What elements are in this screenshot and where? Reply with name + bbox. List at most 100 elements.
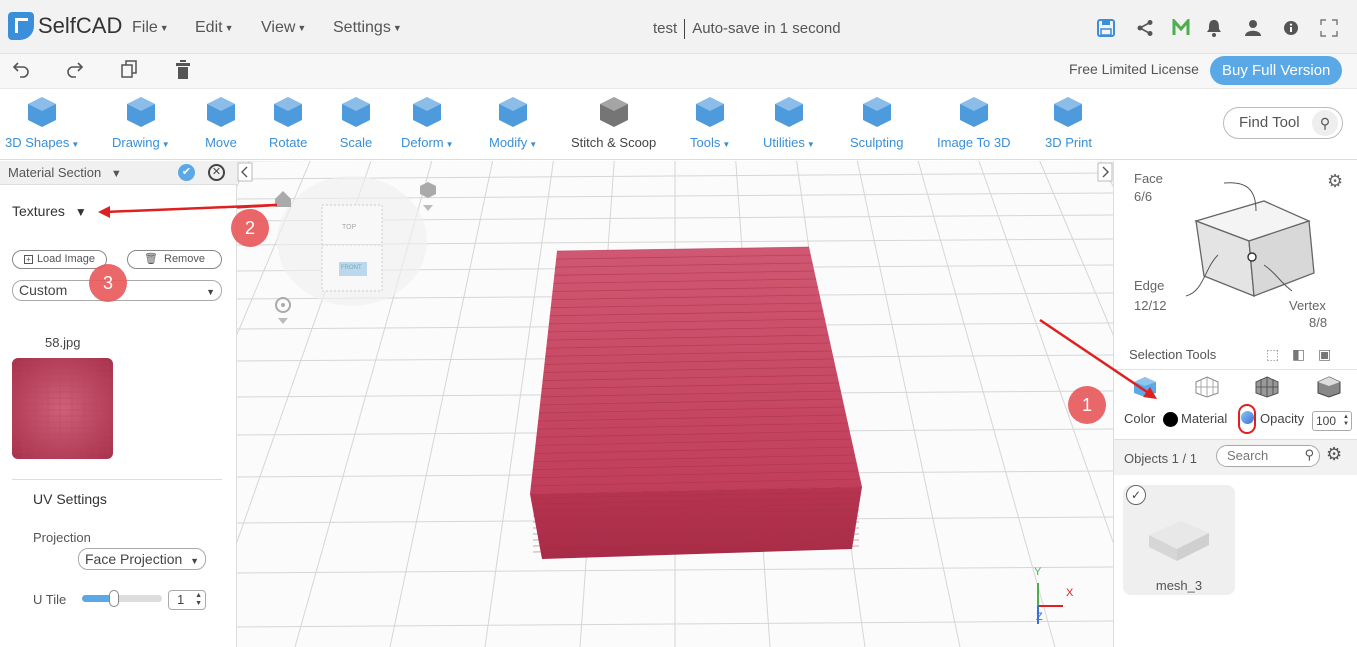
user-icon[interactable] xyxy=(1242,17,1264,39)
tool-print[interactable]: 3D Print xyxy=(1045,95,1092,150)
object-mode-icon[interactable] xyxy=(1132,376,1158,398)
menu-edit-label: Edit xyxy=(195,19,223,36)
close-icon[interactable]: ✕ xyxy=(208,164,225,181)
tool-stitch[interactable]: Stitch & Scoop xyxy=(571,95,656,150)
print-icon xyxy=(1054,97,1083,127)
tool-label: Drawing xyxy=(112,135,160,150)
drawing-icon xyxy=(126,97,155,127)
selection-mode-diagram[interactable] xyxy=(1184,181,1334,301)
textures-toggle-icon: ▼ xyxy=(74,205,87,219)
caret-down-icon: ▼ xyxy=(297,22,307,33)
tool-label: Scale xyxy=(339,135,373,150)
face-count: 6/6 xyxy=(1134,189,1153,204)
trash-icon[interactable] xyxy=(175,60,191,86)
tool-move[interactable]: Move xyxy=(204,95,238,150)
u-tile-slider[interactable] xyxy=(82,590,162,607)
caret-down-icon: ▼ xyxy=(159,22,169,33)
bell-icon[interactable] xyxy=(1203,17,1225,39)
view-cube-toggle-icon[interactable] xyxy=(420,182,436,211)
left-collapse-icon[interactable] xyxy=(237,162,253,182)
object-checkbox-icon[interactable]: ✓ xyxy=(1126,485,1146,505)
load-image-button[interactable]: + Load Image xyxy=(12,250,107,269)
tool-deform[interactable]: Deform ▼ xyxy=(401,95,454,150)
select-pointer-icon[interactable]: ⬚ xyxy=(1266,346,1279,363)
project-name[interactable]: test xyxy=(653,20,677,37)
tool-rotate[interactable]: Rotate xyxy=(269,95,307,150)
axis-z-label: Z xyxy=(1036,611,1043,623)
undo-icon[interactable] xyxy=(12,60,30,84)
search-icon[interactable]: ⚲ xyxy=(1304,447,1314,463)
mesh-thumbnail xyxy=(1149,521,1209,561)
objects-settings-gear-icon[interactable]: ⚙ xyxy=(1326,444,1342,465)
select-solid-icon[interactable]: ▣ xyxy=(1318,346,1331,363)
projection-select[interactable]: Face Projection ▼ xyxy=(78,548,206,570)
m-brand-icon[interactable] xyxy=(1170,17,1192,39)
document-title: test Auto-save in 1 second xyxy=(653,19,841,39)
tool-label: Rotate xyxy=(269,135,308,150)
spinner-icon[interactable]: ▲ ▼ xyxy=(195,592,202,608)
color-swatch[interactable] xyxy=(1163,412,1178,427)
collapse-triangle-icon[interactable]: ▼ xyxy=(111,168,122,180)
stitch-icon xyxy=(599,97,628,127)
edge-mode-icon[interactable] xyxy=(1254,376,1280,398)
vertex-mode-icon[interactable] xyxy=(1316,376,1342,398)
save-icon[interactable] xyxy=(1095,17,1117,39)
tool-cube[interactable]: 3D Shapes ▼ xyxy=(5,95,79,150)
home-icon[interactable] xyxy=(275,191,291,207)
opacity-input[interactable]: 100 ▲ ▼ xyxy=(1312,411,1352,431)
fullscreen-icon[interactable] xyxy=(1318,17,1340,39)
select-cubes-icon[interactable]: ◧ xyxy=(1292,346,1305,363)
face-mode-icon[interactable] xyxy=(1194,376,1220,398)
tool-tools[interactable]: Tools ▼ xyxy=(690,95,730,150)
view-cube[interactable] xyxy=(277,176,427,306)
material-sphere-icon[interactable] xyxy=(1241,411,1254,424)
plus-box-icon: + xyxy=(23,255,33,264)
redo-icon[interactable] xyxy=(66,60,84,84)
textures-header[interactable]: Textures ▼ xyxy=(12,203,87,219)
tool-sculpting[interactable]: Sculpting xyxy=(850,95,903,150)
confirm-check-icon[interactable]: ✔ xyxy=(178,164,195,181)
orbit-target-icon[interactable] xyxy=(275,297,291,324)
object-card[interactable]: ✓ mesh_3 xyxy=(1123,485,1235,595)
brick-texture-image xyxy=(12,358,113,459)
3d-viewport[interactable]: TOP FRONT Y X Z xyxy=(237,161,1113,647)
app-logo[interactable]: SelfCAD xyxy=(8,12,122,40)
mesh-3-object[interactable] xyxy=(529,246,863,559)
menu-settings[interactable]: Settings ▼ xyxy=(333,19,402,37)
buy-full-version-button[interactable]: Buy Full Version xyxy=(1210,56,1343,85)
projection-label: Projection xyxy=(33,530,91,545)
right-collapse-icon[interactable] xyxy=(1097,162,1113,182)
tool-label: 3D Print xyxy=(1045,135,1092,150)
u-tile-slider-thumb[interactable] xyxy=(109,590,119,607)
menu-file[interactable]: File ▼ xyxy=(132,19,169,37)
caret-down-icon: ▼ xyxy=(161,140,170,149)
u-tile-input[interactable]: 1 ▲ ▼ xyxy=(168,590,206,610)
menu-edit[interactable]: Edit ▼ xyxy=(195,19,234,37)
caret-down-icon: ▼ xyxy=(71,140,80,149)
search-icon[interactable]: ⚲ xyxy=(1312,110,1338,136)
find-tool-search[interactable]: Find Tool ⚲ xyxy=(1223,107,1343,139)
copy-icon[interactable] xyxy=(121,60,137,84)
axis-x-label: X xyxy=(1066,587,1074,599)
tool-modify[interactable]: Modify ▼ xyxy=(489,95,537,150)
spinner-icon[interactable]: ▲ ▼ xyxy=(1343,414,1349,428)
scene-canvas xyxy=(237,161,1113,647)
remove-texture-button[interactable]: 🗑 Remove xyxy=(127,250,222,269)
object-name: mesh_3 xyxy=(1155,578,1203,593)
tool-drawing[interactable]: Drawing ▼ xyxy=(112,95,170,150)
tool-scale[interactable]: Scale xyxy=(339,95,373,150)
texture-file-name: 58.jpg xyxy=(45,335,81,350)
texture-thumbnail[interactable] xyxy=(12,358,113,459)
utilities-icon xyxy=(774,97,803,127)
uv-settings-title: UV Settings xyxy=(33,491,107,507)
tool-label: Stitch & Scoop xyxy=(571,135,657,150)
objects-search-input[interactable]: Search ⚲ xyxy=(1216,445,1320,467)
share-icon[interactable] xyxy=(1134,17,1156,39)
caret-down-icon: ▼ xyxy=(224,22,234,33)
tool-utilities[interactable]: Utilities ▼ xyxy=(763,95,815,150)
menu-view[interactable]: View ▼ xyxy=(261,19,306,37)
tool-image[interactable]: Image To 3D xyxy=(937,95,1010,150)
selfcad-logo-icon xyxy=(8,12,34,40)
info-icon[interactable] xyxy=(1280,17,1302,39)
trash-icon: 🗑 xyxy=(144,253,158,265)
